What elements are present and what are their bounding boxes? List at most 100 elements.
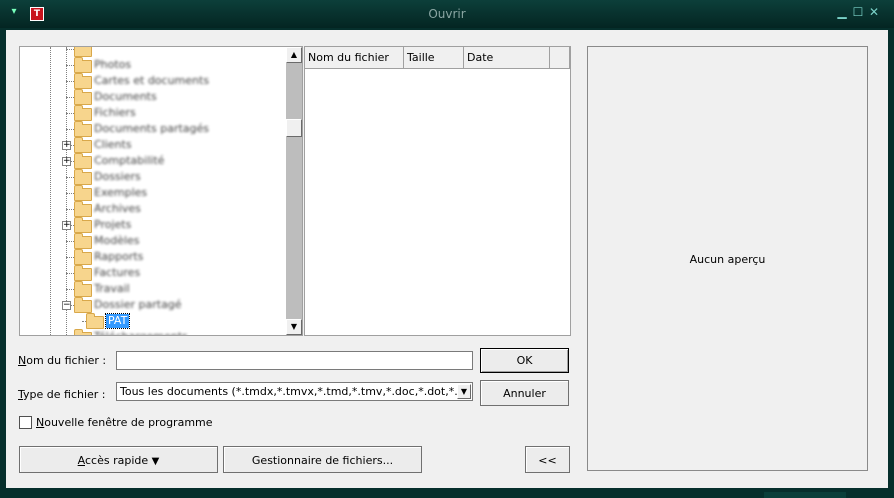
tree-node-selected[interactable]: PAT	[20, 313, 286, 329]
folder-icon	[74, 47, 92, 57]
tree-branch-line	[66, 273, 74, 274]
open-dialog-window: ▾ T Ouvrir ▁ ☐ ✕ Photos Cartes et documen…	[0, 0, 894, 498]
folder-icon	[74, 89, 92, 105]
scroll-up-icon[interactable]: ▲	[286, 47, 302, 63]
tree-node-label: Modèles	[94, 234, 140, 247]
scroll-down-icon[interactable]: ▼	[286, 319, 302, 335]
tree-node[interactable]: + Comptabilité	[20, 153, 286, 169]
expand-icon[interactable]: +	[62, 221, 71, 230]
tree-node[interactable]: Exemples	[20, 185, 286, 201]
tree-branch-line	[66, 241, 74, 242]
title-bar[interactable]: ▾ T Ouvrir ▁ ☐ ✕	[0, 0, 894, 28]
quick-access-label: ccès rapide	[84, 454, 149, 467]
tree-node-label: Documents partagés	[94, 122, 209, 135]
tree-node-label: Dossiers	[94, 170, 141, 183]
tree-node-label: Comptabilité	[94, 154, 165, 167]
tree-node[interactable]: Travail	[20, 281, 286, 297]
tree-node[interactable]: + Projets	[20, 217, 286, 233]
collapse-icon[interactable]: −	[62, 301, 71, 310]
tree-branch-line	[66, 257, 74, 258]
tree-node-label: Téléchargements	[94, 330, 188, 335]
tree-branch-line	[66, 193, 74, 194]
filetype-label: Type de fichier :	[18, 388, 106, 401]
ok-button[interactable]: OK	[480, 348, 569, 373]
filename-label-text: om du fichier :	[26, 354, 107, 367]
tree-node[interactable]: Cartes et documents	[20, 73, 286, 89]
tree-node[interactable]: Photos	[20, 57, 286, 73]
tree-vertical-scrollbar[interactable]: ▲ ▼	[286, 47, 302, 335]
tree-node[interactable]: Rapports	[20, 249, 286, 265]
filetype-label-text: ype de fichier :	[23, 388, 106, 401]
new-window-checkbox-label[interactable]: Nouvelle fenêtre de programme	[36, 416, 213, 429]
folder-icon	[74, 265, 92, 281]
folder-icon	[74, 201, 92, 217]
tree-node-label: Dossier partagé	[94, 298, 182, 311]
folder-icon	[74, 217, 92, 233]
tree-node[interactable]: Téléchargements	[20, 329, 286, 335]
expand-icon[interactable]: +	[62, 157, 71, 166]
expand-icon[interactable]: +	[62, 141, 71, 150]
tree-node[interactable]: − Dossier partagé	[20, 297, 286, 313]
cancel-button[interactable]: Annuler	[480, 380, 569, 406]
tree-node[interactable]: Factures	[20, 265, 286, 281]
maximize-icon[interactable]: ☐	[852, 6, 864, 19]
window-bottom-border	[0, 488, 894, 498]
quick-access-button[interactable]: Accès rapide ▼	[19, 446, 218, 473]
folder-icon	[74, 249, 92, 265]
minimize-icon[interactable]: ▁	[836, 6, 848, 19]
folder-icon	[74, 329, 92, 335]
tree-node-label: Rapports	[94, 250, 144, 263]
tree-node[interactable]: Fichiers	[20, 105, 286, 121]
folder-icon	[74, 137, 92, 153]
tree-node-label: PAT	[104, 313, 131, 329]
folder-icon	[74, 121, 92, 137]
folder-icon	[74, 73, 92, 89]
tree-node-label: Travail	[94, 282, 130, 295]
preview-placeholder-text: Aucun aperçu	[689, 253, 766, 266]
tree-node[interactable]	[20, 47, 286, 57]
folder-icon	[74, 297, 92, 313]
folder-tree[interactable]: Photos Cartes et documents Documents Fichie…	[19, 46, 303, 336]
close-icon[interactable]: ✕	[868, 6, 880, 19]
tree-node[interactable]: Dossiers	[20, 169, 286, 185]
toggle-preview-button[interactable]: <<	[525, 446, 570, 473]
column-header-size[interactable]: Taille	[404, 47, 464, 69]
tree-node-label: Factures	[94, 266, 141, 279]
folder-tree-content: Photos Cartes et documents Documents Fichie…	[20, 47, 286, 335]
tree-branch-line	[66, 209, 74, 210]
tree-node-label: Cartes et documents	[94, 74, 210, 87]
column-header-date[interactable]: Date	[464, 47, 550, 69]
folder-icon	[74, 169, 92, 185]
folder-icon	[74, 281, 92, 297]
new-window-label-accesskey: N	[36, 416, 45, 429]
tree-node-label: Fichiers	[94, 106, 136, 119]
tree-node-label: Clients	[94, 138, 132, 151]
resize-grip[interactable]	[764, 492, 846, 498]
filetype-selected-value: Tous les documents (*.tmdx,*.tmvx,*.tmd,…	[120, 385, 473, 398]
column-header-empty	[550, 47, 570, 69]
scrollbar-thumb[interactable]	[286, 119, 302, 137]
folder-icon	[74, 57, 92, 73]
tree-node[interactable]: Documents	[20, 89, 286, 105]
file-list[interactable]: Nom du fichier Taille Date	[304, 46, 571, 336]
new-window-checkbox[interactable]	[19, 416, 32, 429]
preview-pane: Aucun aperçu	[587, 46, 868, 471]
tree-node-label: Archives	[94, 202, 141, 215]
tree-branch-line	[66, 97, 74, 98]
tree-branch-line	[66, 65, 74, 66]
tree-node[interactable]: Modèles	[20, 233, 286, 249]
quick-access-accesskey: A	[77, 454, 85, 467]
filename-input[interactable]	[116, 351, 473, 370]
filename-label-accesskey: N	[18, 354, 27, 367]
tree-node-label: Projets	[94, 218, 132, 231]
tree-node[interactable]: Documents partagés	[20, 121, 286, 137]
dropdown-arrow-icon[interactable]: ▼	[457, 384, 471, 399]
tree-node[interactable]: Archives	[20, 201, 286, 217]
tree-node[interactable]: + Clients	[20, 137, 286, 153]
column-header-filename[interactable]: Nom du fichier	[305, 47, 404, 69]
file-manager-button[interactable]: Gestionnaire de fichiers...	[223, 446, 422, 473]
tree-node-label: Exemples	[94, 186, 148, 199]
tree-node-label: Photos	[94, 58, 132, 71]
tree-branch-line	[66, 81, 74, 82]
filetype-select[interactable]: Tous les documents (*.tmdx,*.tmvx,*.tmd,…	[116, 382, 473, 401]
